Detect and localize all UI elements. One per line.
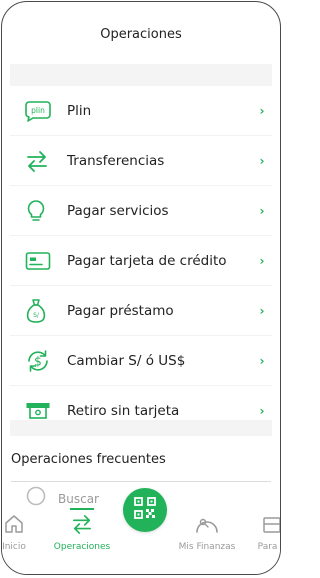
search-placeholder: Buscar [58,492,99,506]
section-separator [10,64,272,86]
section-separator [10,420,272,436]
menu-item-label: Plin [67,102,92,119]
qr-scan-button[interactable] [123,488,167,532]
qr-code-icon [133,496,157,524]
credit-card-icon [10,246,65,276]
money-bag-icon: S/ [10,296,65,326]
svg-text:$: $ [34,354,42,368]
home-icon [3,514,25,538]
menu-item-label: Pagar préstamo [67,302,174,319]
menu-item-pagar-prestamo[interactable]: S/ Pagar préstamo › [10,286,272,336]
phone-frame: Operaciones plin Plin › Transferencias › [1,1,281,575]
frequent-operations-title: Operaciones frecuentes [11,452,166,467]
nav-mis-finanzas[interactable]: Mis Finanzas [174,508,240,560]
chevron-right-icon: › [259,203,265,218]
menu-item-transferencias[interactable]: Transferencias › [10,136,272,186]
nav-operaciones[interactable]: Operaciones [47,508,117,560]
nav-label: Para ti [257,542,280,552]
menu-item-label: Retiro sin tarjeta [67,402,180,419]
divider [11,481,271,482]
header: Operaciones [2,2,280,64]
nav-inicio[interactable]: Inicio [2,508,34,560]
lightbulb-icon [10,196,65,226]
menu-item-plin[interactable]: plin Plin › [10,86,272,136]
plin-icon: plin [10,96,65,126]
nav-label: Mis Finanzas [178,542,236,552]
menu-item-label: Pagar servicios [67,202,169,219]
nav-label: Inicio [2,542,26,552]
operations-menu: plin Plin › Transferencias › Pagar servi… [10,86,272,436]
svg-text:S/: S/ [33,312,40,319]
menu-item-cambiar-moneda[interactable]: $ Cambiar S/ ó US$ › [10,336,272,386]
transfer-arrows-icon [71,514,93,538]
menu-item-label: Transferencias [67,152,165,169]
currency-exchange-icon: $ [10,346,65,376]
chevron-right-icon: › [259,103,265,118]
chevron-right-icon: › [259,303,265,318]
chevron-right-icon: › [259,153,265,168]
plin-icon-text: plin [31,106,45,115]
gauge-icon [194,514,220,538]
chevron-right-icon: › [259,353,265,368]
page-title: Operaciones [100,26,182,42]
chevron-right-icon: › [259,403,265,418]
menu-item-pagar-tarjeta[interactable]: Pagar tarjeta de crédito › [10,236,272,286]
gift-icon [261,514,280,538]
menu-item-label: Pagar tarjeta de crédito [67,252,227,269]
menu-item-pagar-servicios[interactable]: Pagar servicios › [10,186,272,236]
transfer-arrows-icon [10,146,65,176]
nav-para-ti[interactable]: Para ti [252,508,280,560]
nav-label: Operaciones [53,542,111,552]
menu-item-label: Cambiar S/ ó US$ [67,352,186,369]
chevron-right-icon: › [259,253,265,268]
